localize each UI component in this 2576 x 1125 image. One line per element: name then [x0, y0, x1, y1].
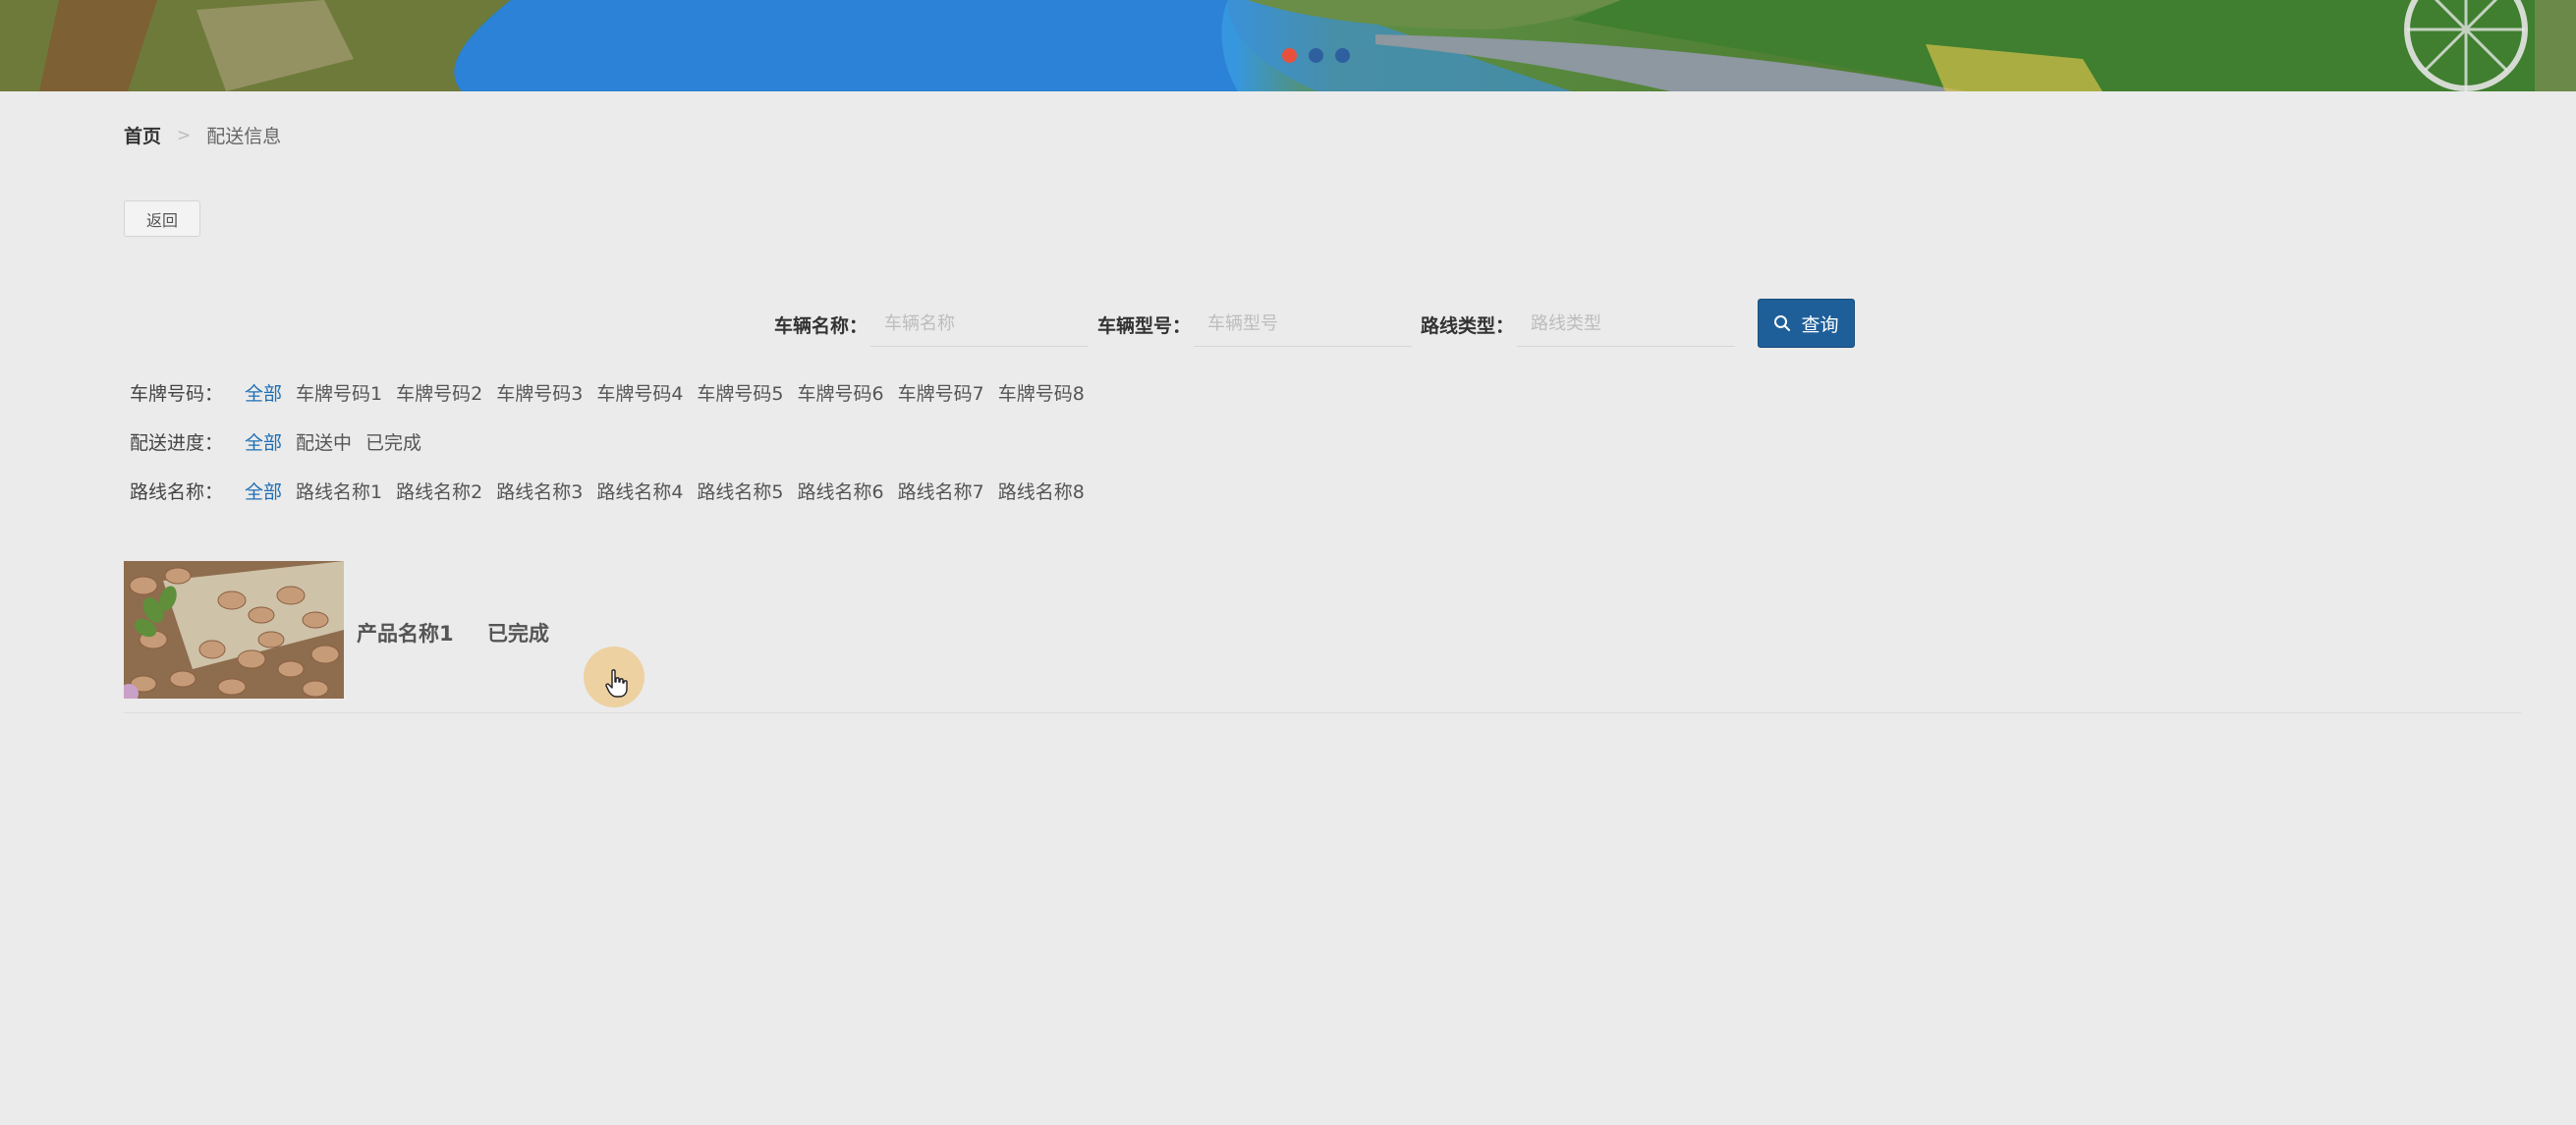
- product-name[interactable]: 产品名称1: [357, 618, 454, 647]
- filter-option[interactable]: 路线名称6: [798, 478, 884, 504]
- banner-image: [0, 0, 2576, 91]
- filter-option[interactable]: 路线名称8: [998, 478, 1085, 504]
- breadcrumb: 首页 > 配送信息: [124, 122, 281, 148]
- filter-route-name: 路线名称： 全部 路线名称1 路线名称2 路线名称3 路线名称4 路线名称5 路线名称6 路线…: [130, 478, 1098, 504]
- hand-pointer-icon: [605, 669, 628, 698]
- breadcrumb-separator: >: [177, 125, 192, 145]
- filter-option[interactable]: 车牌号码3: [496, 379, 583, 406]
- filter-label: 配送进度：: [130, 432, 224, 454]
- filter-option[interactable]: 已完成: [365, 428, 421, 455]
- filter-option[interactable]: 路线名称1: [296, 478, 382, 504]
- search-bar: 车辆名称： 车辆型号： 路线类型： 查询: [0, 298, 2576, 349]
- filter-delivery-progress: 配送进度： 全部 配送中 已完成: [130, 428, 435, 455]
- filter-option[interactable]: 路线名称4: [596, 478, 683, 504]
- filter-option[interactable]: 车牌号码7: [898, 379, 984, 406]
- filter-plate-number: 车牌号码： 全部 车牌号码1 车牌号码2 车牌号码3 车牌号码4 车牌号码5 车牌号码6 车牌…: [130, 379, 1098, 406]
- mouse-cursor: [584, 647, 644, 707]
- filter-option[interactable]: 车牌号码2: [396, 379, 482, 406]
- filter-option[interactable]: 车牌号码6: [798, 379, 884, 406]
- breadcrumb-home-link[interactable]: 首页: [124, 122, 161, 148]
- filter-label: 车牌号码：: [130, 383, 224, 405]
- filter-option[interactable]: 路线名称3: [496, 478, 583, 504]
- carousel-dot[interactable]: [1335, 48, 1350, 63]
- breadcrumb-current: 配送信息: [206, 126, 282, 147]
- route-type-input[interactable]: [1517, 302, 1735, 347]
- route-type-label: 路线类型：: [1421, 315, 1515, 337]
- product-status: 已完成: [487, 622, 549, 646]
- back-button[interactable]: 返回: [124, 200, 200, 237]
- search-icon: [1774, 315, 1791, 331]
- filter-option[interactable]: 路线名称2: [396, 478, 482, 504]
- banner-carousel: [0, 0, 2576, 91]
- carousel-dots: [1282, 48, 1350, 63]
- product-thumbnail[interactable]: [124, 561, 344, 699]
- carousel-dot[interactable]: [1309, 48, 1323, 63]
- product-image: [124, 561, 344, 699]
- search-button[interactable]: 查询: [1758, 299, 1855, 348]
- filter-option[interactable]: 车牌号码8: [998, 379, 1085, 406]
- filter-option[interactable]: 配送中: [296, 428, 352, 455]
- vehicle-model-label: 车辆型号：: [1097, 315, 1192, 337]
- filter-option[interactable]: 全部: [245, 379, 282, 406]
- filter-option[interactable]: 车牌号码4: [596, 379, 683, 406]
- vehicle-name-input[interactable]: [870, 302, 1089, 347]
- filter-option[interactable]: 车牌号码5: [697, 379, 783, 406]
- filter-option[interactable]: 全部: [245, 478, 282, 504]
- list-item[interactable]: 产品名称1 已完成: [124, 561, 2521, 713]
- vehicle-name-label: 车辆名称：: [774, 315, 868, 337]
- filter-label: 路线名称：: [130, 481, 224, 503]
- carousel-dot[interactable]: [1282, 48, 1297, 63]
- filter-option[interactable]: 全部: [245, 428, 282, 455]
- vehicle-model-input[interactable]: [1194, 302, 1412, 347]
- search-button-label: 查询: [1801, 313, 1839, 336]
- filter-option[interactable]: 车牌号码1: [296, 379, 382, 406]
- filter-option[interactable]: 路线名称5: [697, 478, 783, 504]
- filter-option[interactable]: 路线名称7: [898, 478, 984, 504]
